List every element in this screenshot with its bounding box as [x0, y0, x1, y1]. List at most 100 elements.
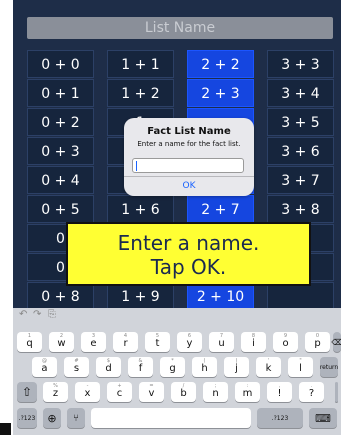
fact-cell[interactable]: 0 + 4 [27, 166, 94, 194]
fact-cell[interactable]: 2 + 3 [187, 79, 254, 107]
key-l[interactable]: " l [288, 357, 313, 377]
fact-cell[interactable]: 3 + 5 [267, 108, 334, 136]
onscreen-keyboard: ↶ ↷ ⎘ 1 q 2 w 3 e 4 r 5 t 6 y 7 u 8 i 9 o 0 p ⌫ @ a # s $ d & f * g (h)… [13, 308, 341, 435]
fact-cell[interactable]: 3 + 8 [267, 195, 334, 223]
key-g[interactable]: * g [160, 357, 185, 377]
key-label: k [265, 363, 272, 374]
shift-key[interactable]: ⇧ [17, 382, 37, 402]
fact-cell[interactable]: 3 + 6 [267, 137, 334, 165]
key-label: m [242, 388, 253, 399]
key-label: p [314, 338, 321, 349]
edge-marker [0, 423, 11, 435]
key-p[interactable]: 0p [305, 332, 330, 352]
key-label: f [138, 363, 143, 374]
dialog-message: Enter a name for the fact list. [137, 140, 241, 148]
undo-icon[interactable]: ↶ [19, 309, 27, 320]
shift-key-right[interactable] [335, 382, 338, 402]
microphone-icon: ⑂ [73, 412, 79, 424]
globe-key[interactable]: ⊕ [43, 408, 61, 428]
key-t[interactable]: 5t [145, 332, 170, 352]
key-o[interactable]: 9o [273, 332, 298, 352]
key-n[interactable]: ; n [203, 382, 228, 402]
key-label: ? [308, 388, 315, 399]
fact-cell[interactable]: 2 + 2 [187, 50, 254, 78]
key-v[interactable]: = v [139, 382, 164, 402]
key-label: r [123, 338, 128, 349]
key-label: z [52, 388, 59, 399]
key-u[interactable]: 7u [209, 332, 234, 352]
key-i[interactable]: 8i [241, 332, 266, 352]
key-e[interactable]: 3e [81, 332, 106, 352]
key-label: x [84, 388, 91, 399]
backspace-icon: ⌫ [331, 337, 341, 347]
key-![interactable]: ,! [267, 382, 292, 402]
space-key[interactable] [91, 408, 251, 428]
key-j[interactable]: ) j [224, 357, 249, 377]
key-k[interactable]: ' k [256, 357, 281, 377]
instruction-callout: Enter a name. Tap OK. [66, 222, 311, 286]
paste-icon[interactable]: ⎘ [48, 309, 56, 320]
fact-cell[interactable]: 2 + 7 [187, 195, 254, 223]
numbers-key-left[interactable]: .?123 [17, 408, 37, 428]
fact-cell[interactable]: 3 + 7 [267, 166, 334, 194]
callout-line-1: Enter a name. [117, 231, 260, 255]
fact-cell[interactable]: 0 + 3 [27, 137, 94, 165]
key-c[interactable]: + c [107, 382, 132, 402]
key-m[interactable]: :m [235, 382, 260, 402]
key-label: g [169, 363, 176, 374]
key-label: u [218, 338, 225, 349]
list-name-field[interactable]: List Name [27, 17, 333, 39]
key-label: e [90, 338, 97, 349]
fact-cell[interactable]: 1 + 2 [107, 79, 174, 107]
key-h[interactable]: (h [192, 357, 217, 377]
numbers-key-right[interactable]: .?123 [257, 408, 303, 428]
fact-cell[interactable]: 3 + 4 [267, 79, 334, 107]
key-w[interactable]: 2w [49, 332, 74, 352]
key-label: v [148, 388, 155, 399]
key-b[interactable]: / b [171, 382, 196, 402]
key-label: return [319, 363, 339, 371]
text-caret [136, 161, 137, 171]
fact-cell[interactable]: 1 + 1 [107, 50, 174, 78]
key-label: c [116, 388, 123, 399]
fact-cell[interactable]: 3 + 3 [267, 50, 334, 78]
key-label: i [252, 338, 255, 349]
shift-icon: ⇧ [21, 385, 33, 399]
fact-cell[interactable]: 0 + 2 [27, 108, 94, 136]
key-d[interactable]: $ d [96, 357, 121, 377]
fact-cell[interactable]: 0 + 0 [27, 50, 94, 78]
key-f[interactable]: & f [128, 357, 153, 377]
return-key[interactable]: return [320, 357, 338, 377]
key-q[interactable]: 1q [17, 332, 42, 352]
key-label: s [73, 363, 80, 374]
key-label: .?123 [18, 414, 36, 422]
ok-button[interactable]: OK [124, 178, 254, 195]
key-label: a [41, 363, 48, 374]
key-label: b [180, 388, 187, 399]
dialog-divider [124, 176, 254, 177]
fact-list-app: List Name 0 + 0 1 + 1 2 + 2 3 + 3 0 + 1 1 + 2… [13, 0, 341, 308]
key-label: o [282, 338, 289, 349]
redo-icon[interactable]: ↷ [33, 309, 41, 320]
key-r[interactable]: 4r [113, 332, 138, 352]
left-edge [0, 0, 13, 435]
key-s[interactable]: # s [64, 357, 89, 377]
fact-cell[interactable]: 0 + 5 [27, 195, 94, 223]
fact-cell[interactable]: 1 + 6 [107, 195, 174, 223]
dictation-key[interactable]: ⑂ [67, 408, 85, 428]
key-label: q [26, 338, 33, 349]
key-y[interactable]: 6y [177, 332, 202, 352]
key-label: h [201, 363, 208, 374]
fact-cell[interactable]: 0 + 1 [27, 79, 94, 107]
key-label: y [186, 338, 193, 349]
hide-keyboard-key[interactable]: ⌨ [309, 408, 337, 428]
key-z[interactable]: % z [43, 382, 68, 402]
key-a[interactable]: @ a [32, 357, 57, 377]
dialog-name-input[interactable] [132, 158, 244, 173]
key-?[interactable]: .? [299, 382, 324, 402]
callout-line-2: Tap OK. [150, 255, 227, 279]
backspace-key[interactable]: ⌫ [331, 332, 341, 352]
key-x[interactable]: -x [75, 382, 100, 402]
key-label: t [155, 338, 160, 349]
keyboard-toolbar: ↶ ↷ ⎘ [13, 308, 341, 324]
